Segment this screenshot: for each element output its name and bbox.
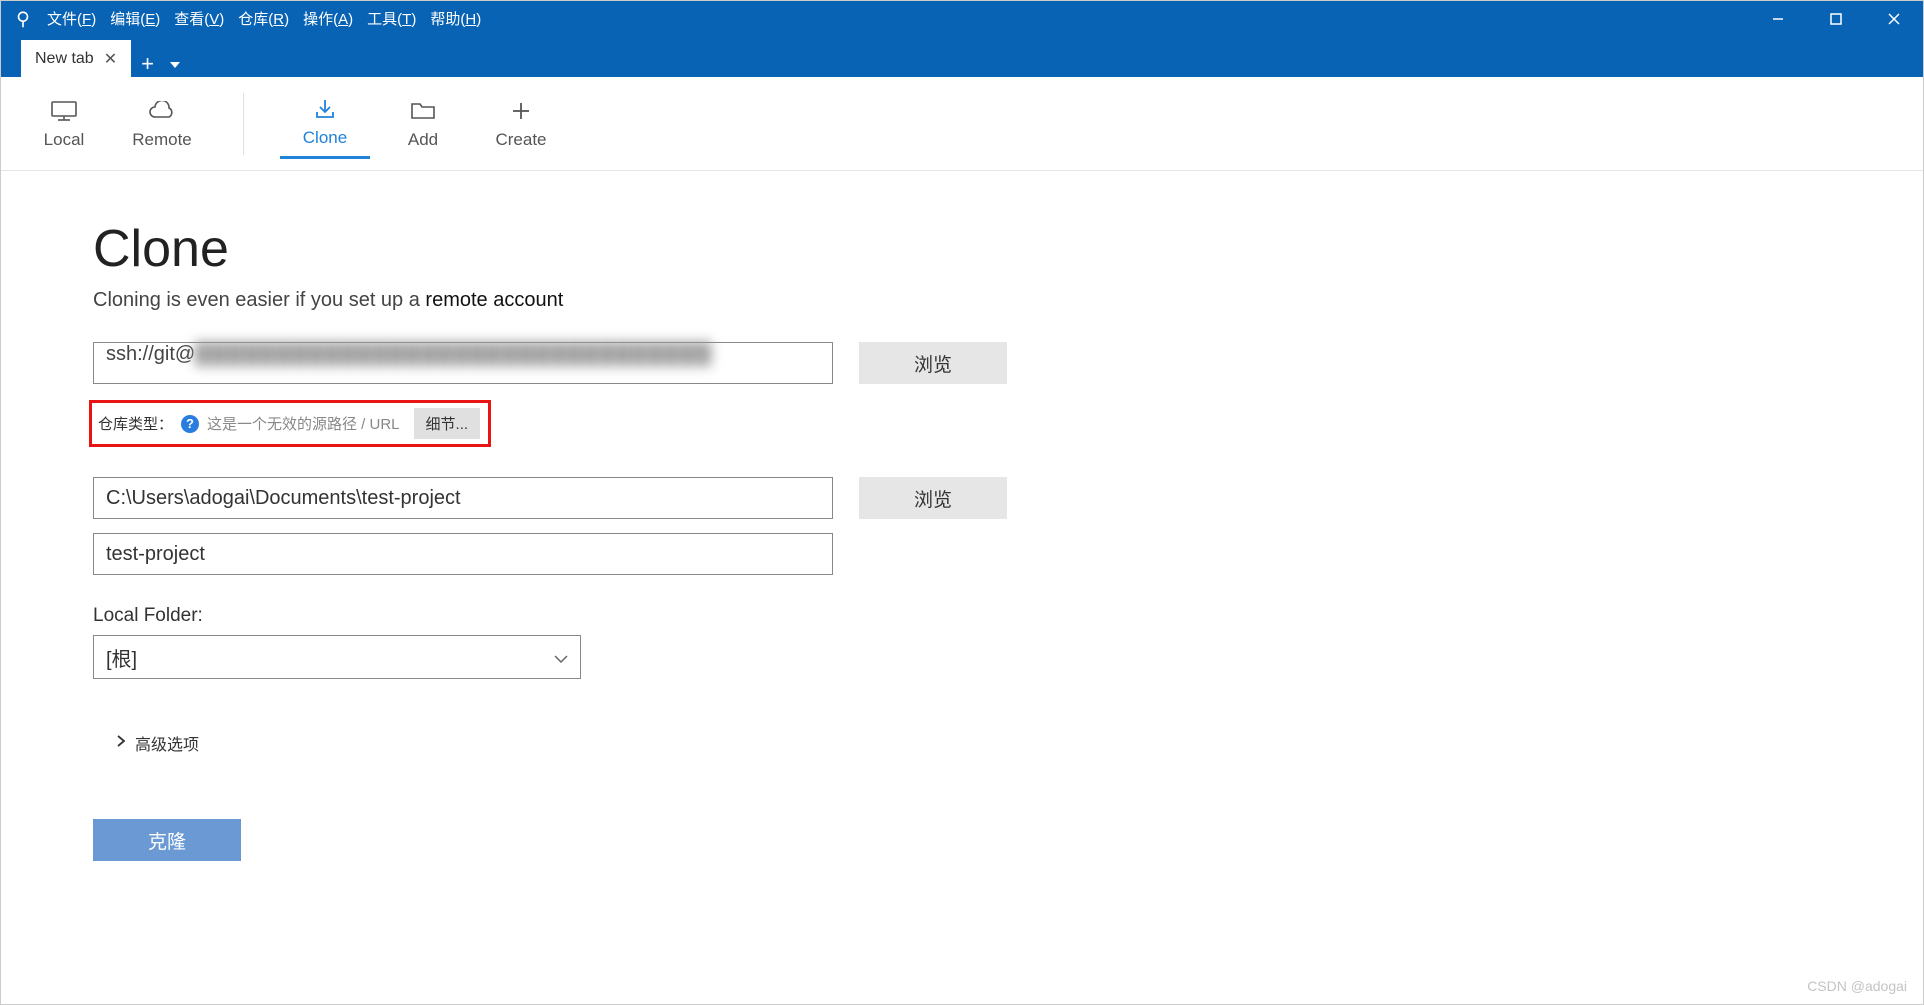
- clone-page: Clone Cloning is even easier if you set …: [1, 171, 1923, 861]
- toolbar-local[interactable]: Local: [19, 90, 109, 158]
- menu-action[interactable]: 操作(A): [303, 8, 353, 29]
- close-window-button[interactable]: [1865, 1, 1923, 36]
- menu-edit[interactable]: 编辑(E): [110, 8, 160, 29]
- maximize-button[interactable]: [1807, 1, 1865, 36]
- page-subtitle: Cloning is even easier if you set up a r…: [93, 289, 1923, 312]
- toolbar-clone[interactable]: Clone: [280, 88, 370, 159]
- clone-submit-button[interactable]: 克隆: [93, 819, 241, 861]
- tabbar: New tab ✕ +: [1, 36, 1923, 77]
- cloud-icon: [147, 98, 177, 124]
- app-logo-icon: [13, 9, 33, 29]
- info-icon: ?: [181, 415, 199, 433]
- new-tab-icon[interactable]: +: [141, 51, 154, 77]
- repo-type-label: 仓库类型：: [98, 413, 173, 434]
- tab-label: New tab: [35, 50, 94, 68]
- tab-close-icon[interactable]: ✕: [104, 49, 117, 69]
- monitor-icon: [50, 98, 78, 124]
- watermark: CSDN @adogai: [1807, 978, 1907, 994]
- menu-file[interactable]: 文件(F): [47, 8, 96, 29]
- repo-type-message: 这是一个无效的源路径 / URL: [207, 413, 400, 434]
- window-controls: [1749, 1, 1923, 36]
- minimize-button[interactable]: [1749, 1, 1807, 36]
- remote-account-link[interactable]: remote account: [425, 289, 563, 311]
- menu-view[interactable]: 查看(V): [174, 8, 224, 29]
- source-url-input[interactable]: ssh://git@██████████████████████████████…: [93, 342, 833, 384]
- destination-path-input[interactable]: [93, 477, 833, 519]
- details-button[interactable]: 细节...: [414, 408, 481, 439]
- chevron-down-icon: [554, 646, 568, 669]
- chevron-right-icon: [117, 734, 125, 752]
- toolbar-add[interactable]: Add: [378, 88, 468, 159]
- browse-destination-button[interactable]: 浏览: [859, 477, 1007, 519]
- menu-tools[interactable]: 工具(T): [367, 8, 416, 29]
- tab-menu-icon[interactable]: [170, 55, 180, 73]
- local-folder-label: Local Folder:: [93, 605, 1923, 627]
- name-input[interactable]: [93, 533, 833, 575]
- local-folder-value: [根]: [106, 643, 137, 672]
- toolbar-separator: [243, 93, 244, 155]
- menu-repo[interactable]: 仓库(R): [238, 8, 289, 29]
- toolbar-remote[interactable]: Remote: [117, 90, 207, 158]
- plus-icon: [511, 98, 531, 124]
- repo-type-error-box: 仓库类型： ? 这是一个无效的源路径 / URL 细节...: [89, 400, 491, 447]
- menu-help[interactable]: 帮助(H): [430, 8, 481, 29]
- toolbar-create[interactable]: Create: [476, 88, 566, 159]
- folder-icon: [410, 98, 436, 124]
- page-title: Clone: [93, 219, 1923, 279]
- tab-new[interactable]: New tab ✕: [21, 40, 131, 77]
- titlebar: 文件(F) 编辑(E) 查看(V) 仓库(R) 操作(A) 工具(T) 帮助(H…: [1, 1, 1923, 36]
- advanced-options-toggle[interactable]: 高级选项: [117, 731, 1923, 755]
- local-folder-select[interactable]: [根]: [93, 635, 581, 679]
- toolbar: Local Remote Clone Add Create: [1, 77, 1923, 171]
- download-icon: [314, 96, 336, 122]
- browse-source-button[interactable]: 浏览: [859, 342, 1007, 384]
